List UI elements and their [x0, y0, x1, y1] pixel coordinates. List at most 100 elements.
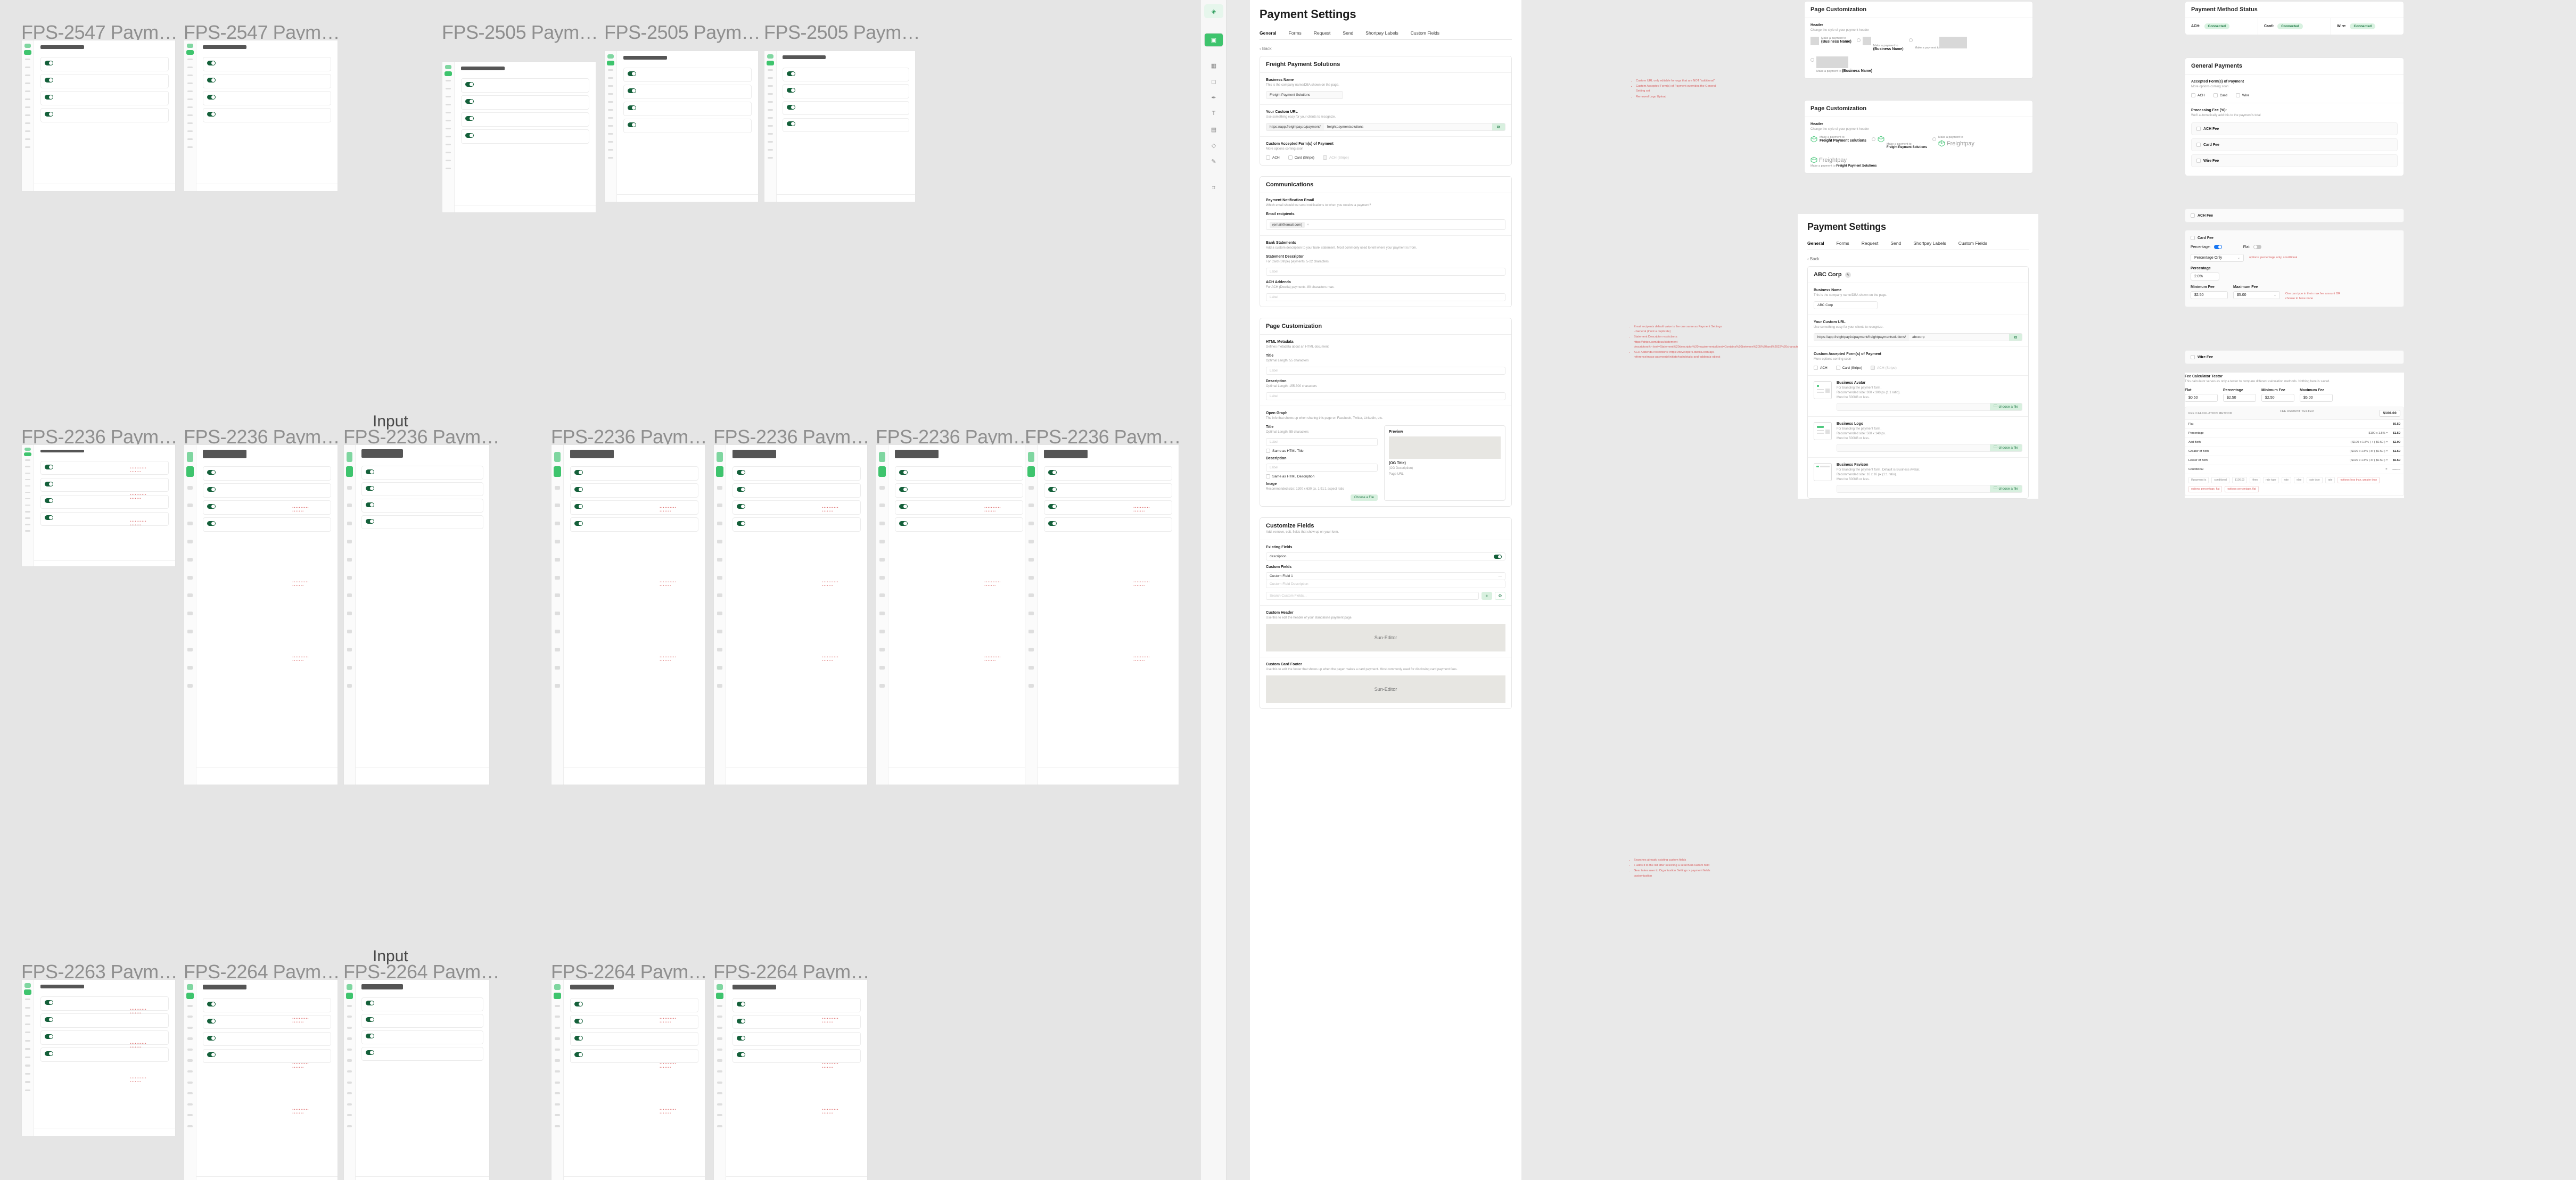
- abc-url-input[interactable]: abccorp: [1909, 334, 2009, 341]
- percentage-toggle[interactable]: [2213, 245, 2222, 249]
- existing-field-toggle[interactable]: [1494, 554, 1502, 559]
- max-fee-select[interactable]: $5.00 ⌄: [2233, 291, 2280, 299]
- custom-field-description[interactable]: Custom Field Description: [1266, 580, 1505, 588]
- plus-icon[interactable]: +: [1482, 592, 1492, 600]
- calc-field-input[interactable]: $2.50: [2223, 394, 2256, 402]
- header-style-option[interactable]: Make a payment to (Business Name): [1856, 37, 1904, 51]
- move-icon[interactable]: ▣: [1204, 33, 1223, 47]
- abc-tab-custom-fields[interactable]: Custom Fields: [1958, 241, 1987, 246]
- frame-thumbnail[interactable]: [442, 61, 596, 213]
- radio-icon[interactable]: [1871, 137, 1875, 141]
- abc-custom-url-row[interactable]: https://app.freightpay.io/payment/freigh…: [1814, 333, 2022, 341]
- calc-field-input[interactable]: $0.50: [2185, 394, 2218, 402]
- abc-tab-shortpay-labels[interactable]: Shortpay Labels: [1913, 241, 1946, 246]
- header-style-option[interactable]: Make a payment to (Business Name): [1810, 37, 1851, 45]
- tab-custom-fields[interactable]: Custom Fields: [1411, 30, 1439, 36]
- frame-title[interactable]: FPS-2505 Paym…: [604, 21, 761, 44]
- pencil-icon[interactable]: ✎: [1845, 271, 1851, 278]
- copy-icon[interactable]: ⧉: [2009, 334, 2022, 341]
- frame-thumbnail[interactable]: [343, 979, 490, 1180]
- og-same-title-checkbox[interactable]: Same as HTML Title: [1266, 449, 1378, 453]
- html-title-input[interactable]: Label: [1266, 367, 1505, 375]
- pc1-header-options[interactable]: Make a payment to (Business Name) Make a p…: [1810, 37, 2027, 73]
- frame-thumbnail[interactable]: • • • • • • • • • • • • • • • • • • • • • …: [551, 444, 705, 785]
- fee-row[interactable]: Card Fee: [2191, 138, 2398, 151]
- general-checkbox-ach[interactable]: ACH: [2191, 93, 2205, 97]
- group-label[interactable]: Input: [373, 947, 408, 966]
- abc-tab-send[interactable]: Send: [1890, 241, 1901, 246]
- radio-icon[interactable]: [1810, 58, 1814, 62]
- card-fee-header[interactable]: Card Fee: [2191, 236, 2398, 240]
- min-fee-input[interactable]: $2.50: [2191, 291, 2228, 299]
- calculator-fields[interactable]: Flat $0.50 Percentage $2.50 Minimum Fee $2.50…: [2185, 389, 2404, 402]
- text-icon[interactable]: T: [1204, 106, 1223, 120]
- fee-tester-input[interactable]: $100.00: [2379, 410, 2400, 417]
- conditional-cell[interactable]: else: [2294, 477, 2305, 483]
- group-label[interactable]: Input: [373, 412, 408, 431]
- tab-request[interactable]: Request: [1314, 30, 1331, 36]
- abc-tab-general[interactable]: General: [1807, 241, 1824, 246]
- checkbox-icon[interactable]: [2196, 159, 2201, 163]
- header-style-option[interactable]: Make a payment to Freight Payment Solutio…: [1871, 136, 1927, 149]
- file-path-field[interactable]: [1837, 444, 1990, 451]
- radio-icon[interactable]: [1908, 38, 1913, 42]
- tab-send[interactable]: Send: [1343, 30, 1353, 36]
- choose-file-button[interactable]: 🗀 choose a file: [1990, 485, 2022, 492]
- conditional-cell[interactable]: rate type: [2307, 477, 2323, 483]
- checkbox-icon[interactable]: [2191, 355, 2195, 359]
- header-style-option[interactable]: Make a payment to (Business Name): [1810, 56, 1872, 73]
- flat-toggle[interactable]: [2253, 245, 2262, 249]
- frame-thumbnail[interactable]: • • • • • • • • • • • • • • • • • • • • • …: [184, 444, 338, 785]
- radio-icon[interactable]: [1932, 137, 1936, 141]
- header-style-option[interactable]: Make a payment to Freightpay: [1932, 136, 1974, 147]
- fee-row[interactable]: ACH Fee: [2191, 122, 2398, 135]
- tab-general[interactable]: General: [1260, 30, 1277, 36]
- back-link[interactable]: ‹ Back: [1260, 46, 1512, 51]
- tab-forms[interactable]: Forms: [1289, 30, 1302, 36]
- conditional-cell[interactable]: rate: [2325, 477, 2335, 483]
- ach-fee-bar[interactable]: ACH Fee: [2185, 209, 2404, 222]
- conditional-cell[interactable]: If payment is: [2188, 477, 2209, 483]
- calculator-field[interactable]: Flat $0.50: [2185, 389, 2218, 402]
- gear-icon[interactable]: ⚙: [1495, 592, 1505, 600]
- calculator-field[interactable]: Minimum Fee $2.50: [2261, 389, 2294, 402]
- abc-tab-forms[interactable]: Forms: [1837, 241, 1849, 246]
- abc-checkbox-ach[interactable]: ACH: [1814, 366, 1828, 370]
- checkbox-icon[interactable]: [2196, 127, 2201, 131]
- conditional-cell[interactable]: rate: [2281, 477, 2292, 483]
- calculator-field[interactable]: Percentage $2.50: [2223, 389, 2256, 402]
- pc2-header-options[interactable]: Make a payment to Freight Payment solutio…: [1810, 136, 2027, 168]
- frame-thumbnail[interactable]: • • • • • • • • • • • • • • • • • • • • • …: [184, 979, 338, 1180]
- vertical-toolbar[interactable]: ◈ ▣ ▦ ◻ ✒ T ▤ ◇ ✎ ⌗: [1201, 0, 1227, 1180]
- checkbox-icon[interactable]: [2191, 236, 2195, 240]
- calculator-field[interactable]: Maximum Fee $5.00: [2300, 389, 2333, 402]
- ach-addenda-input[interactable]: Label: [1266, 293, 1505, 301]
- og-same-desc-checkbox[interactable]: Same as HTML Description: [1266, 474, 1378, 478]
- frame-thumbnail[interactable]: [604, 51, 759, 202]
- image-icon[interactable]: ▤: [1204, 122, 1223, 136]
- frame-thumbnail[interactable]: [184, 40, 338, 192]
- percentage-input[interactable]: 2.0%: [2191, 273, 2219, 280]
- general-checkbox-wire[interactable]: Wire: [2235, 93, 2249, 97]
- accepted-forms-checkboxes[interactable]: ACH Card (Stripe) ACH (Stripe): [1266, 155, 1505, 160]
- fee-method-select[interactable]: Percentage Only ⌄: [2191, 254, 2244, 262]
- frame-thumbnail[interactable]: [343, 444, 490, 785]
- comment-icon[interactable]: ✎: [1204, 154, 1223, 168]
- component-icon[interactable]: ◇: [1204, 138, 1223, 152]
- copy-icon[interactable]: ⧉: [1492, 123, 1505, 130]
- choose-file-button[interactable]: 🗀 choose a file: [1990, 403, 2022, 410]
- custom-header-editor[interactable]: Sun-Editor: [1266, 624, 1505, 651]
- frame-icon[interactable]: ▦: [1204, 59, 1223, 72]
- statement-descriptor-input[interactable]: Label: [1266, 268, 1505, 276]
- calc-field-input[interactable]: $5.00: [2300, 394, 2333, 402]
- general-checkbox-card[interactable]: Card: [2213, 93, 2227, 97]
- frame-thumbnail[interactable]: • • • • • • • • • • • • • • • • • • • • • …: [21, 444, 176, 567]
- abc-business-name-input[interactable]: ABC Corp: [1814, 301, 1878, 309]
- conditional-cell[interactable]: $100.00: [2232, 477, 2248, 483]
- logo-icon[interactable]: ◈: [1204, 4, 1223, 18]
- abc-checkbox-card-stripe[interactable]: Card (Stripe): [1836, 366, 1862, 370]
- frame-thumbnail[interactable]: • • • • • • • • • • • • • • • • • • • • • …: [21, 979, 176, 1136]
- frame-thumbnail[interactable]: • • • • • • • • • • • • • • • • • • • • • …: [551, 979, 705, 1180]
- choose-file-button[interactable]: 🗀 choose a file: [1990, 444, 2022, 451]
- email-chip[interactable]: (email@email.com): [1270, 221, 1305, 228]
